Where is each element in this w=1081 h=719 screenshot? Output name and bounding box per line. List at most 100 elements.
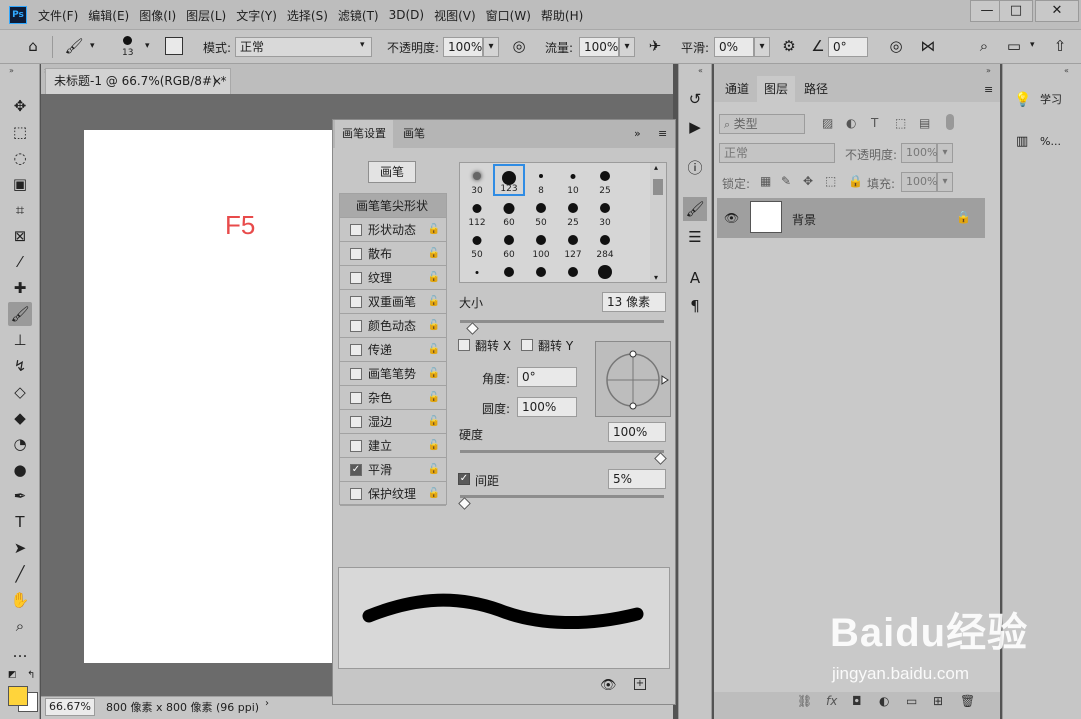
pressure-size-icon[interactable]: ◎ (885, 36, 907, 56)
brushes-icon[interactable]: ☰ (683, 225, 707, 249)
collapse-icon[interactable]: « (698, 66, 703, 75)
hardness-input[interactable]: 100% (608, 422, 666, 442)
brush-preset-cell[interactable]: 25 (589, 164, 621, 196)
lock-icon[interactable]: 🔓 (428, 242, 440, 266)
brush-tool-icon[interactable]: 🖌 (8, 302, 32, 326)
menu-item[interactable]: 图像(I) (139, 7, 176, 24)
option-checkbox[interactable] (350, 344, 362, 356)
menu-item[interactable]: 选择(S) (287, 7, 328, 24)
brush-preset-cell[interactable]: 30 (461, 164, 493, 196)
group-folder-icon[interactable]: ▭ (906, 694, 917, 708)
brush-preset-dropdown-icon[interactable]: ▾ (145, 41, 150, 51)
flow-input[interactable]: 100% (579, 37, 619, 57)
lock-artboard-icon[interactable]: ⬚ (825, 174, 836, 188)
brush-preset-cell[interactable]: 60 (493, 196, 525, 228)
brush-preset-cell[interactable]: 50 (461, 228, 493, 260)
brush-option-row[interactable]: 传递 🔓 (340, 338, 446, 362)
tab-channels[interactable]: 通道 (718, 76, 756, 102)
filter-smart-icon[interactable]: ▤ (919, 116, 930, 130)
info-icon[interactable]: ⓘ (683, 156, 707, 180)
history-brush-tool-icon[interactable]: ↯ (8, 354, 32, 378)
chevron-down-icon[interactable]: ▾ (1030, 40, 1035, 50)
option-checkbox[interactable] (350, 272, 362, 284)
brush-preset-cell[interactable]: 30 (589, 196, 621, 228)
hand-tool-icon[interactable]: ✋ (8, 588, 32, 612)
smooth-dropdown[interactable]: ▾ (754, 37, 770, 57)
frame-tool-icon[interactable]: ⊠ (8, 224, 32, 248)
lock-icon[interactable]: 🔓 (428, 314, 440, 338)
close-window-button[interactable]: ✕ (1035, 0, 1079, 22)
lock-icon[interactable]: 🔓 (428, 362, 440, 386)
hardness-slider[interactable] (460, 450, 664, 453)
tab-paths[interactable]: 路径 (797, 76, 835, 102)
healing-brush-tool-icon[interactable]: ✚ (8, 276, 32, 300)
brush-preset-cell[interactable]: 50 (525, 196, 557, 228)
menu-item[interactable]: 视图(V) (434, 7, 476, 24)
blend-mode-select[interactable]: 正常 (719, 143, 835, 163)
properties-panel-button[interactable]: ▥%... (1004, 127, 1078, 157)
share-icon[interactable]: ⇧ (1049, 36, 1071, 56)
brush-preset-cell[interactable]: 8 (525, 164, 557, 196)
layer-opacity-input[interactable]: 100% (901, 143, 937, 163)
brush-option-row[interactable]: 建立 🔓 (340, 434, 446, 458)
option-checkbox[interactable] (350, 416, 362, 428)
brush-option-row[interactable]: 杂色 🔓 (340, 386, 446, 410)
flip-x-checkbox[interactable] (458, 339, 470, 351)
paint-bucket-tool-icon[interactable]: ◆ (8, 406, 32, 430)
menu-item[interactable]: 图层(L) (186, 7, 226, 24)
size-slider[interactable] (460, 320, 664, 323)
trash-icon[interactable]: 🗑 (960, 694, 975, 708)
brush-option-row[interactable]: 画笔笔势 🔓 (340, 362, 446, 386)
menu-item[interactable]: 编辑(E) (88, 7, 129, 24)
filter-toggle[interactable] (946, 114, 954, 130)
menu-item[interactable]: 窗口(W) (486, 7, 531, 24)
brush-preset-cell[interactable]: 174 (493, 260, 525, 282)
option-checkbox[interactable] (350, 224, 362, 236)
menu-item[interactable]: 帮助(H) (541, 7, 583, 24)
collapse-icon[interactable]: » (986, 66, 991, 75)
lock-icon[interactable]: 🔓 (428, 458, 440, 482)
option-checkbox[interactable] (350, 320, 362, 332)
lock-position-icon[interactable]: ✥ (803, 174, 813, 188)
tab-brushes[interactable]: 画笔 (396, 120, 432, 148)
filter-pixel-icon[interactable]: ▨ (822, 116, 833, 130)
close-tab-icon[interactable]: × (212, 69, 222, 93)
more-tools-icon[interactable]: … (8, 640, 32, 664)
dodge-tool-icon[interactable]: ● (8, 458, 32, 482)
fill-dropdown[interactable]: ▾ (937, 172, 953, 192)
stamp-tool-icon[interactable]: ⊥ (8, 328, 32, 352)
brush-preset-cell[interactable]: 100 (525, 228, 557, 260)
lock-icon[interactable]: 🔓 (428, 290, 440, 314)
lock-icon[interactable]: 🔓 (428, 434, 440, 458)
pressure-opacity-icon[interactable]: ◎ (508, 36, 530, 56)
restore-button[interactable]: □ (999, 0, 1033, 22)
filter-type-icon[interactable]: T (871, 116, 878, 130)
lock-icon[interactable]: 🔓 (428, 266, 440, 290)
filter-adjustment-icon[interactable]: ◐ (846, 116, 856, 130)
collapse-icon[interactable]: « (1064, 66, 1069, 75)
lock-icon[interactable]: 🔓 (428, 218, 440, 242)
brush-preset-cell[interactable]: 112 (461, 196, 493, 228)
chevron-right-icon[interactable]: › (265, 698, 269, 709)
roundness-input[interactable]: 100% (517, 397, 577, 417)
chevron-down-icon[interactable]: ▾ (90, 41, 95, 51)
brush-tool-icon[interactable]: 🖌 (62, 36, 86, 56)
opacity-input[interactable]: 100% (443, 37, 483, 57)
spacing-slider[interactable] (460, 495, 664, 498)
type-tool-icon[interactable]: T (8, 510, 32, 534)
blur-tool-icon[interactable]: ◔ (8, 432, 32, 456)
brush-preset-cell[interactable]: 127 (557, 228, 589, 260)
zoom-input[interactable]: 66.67% (45, 698, 95, 716)
brush-preset-cell[interactable]: 60 (493, 228, 525, 260)
brush-option-row[interactable]: 形状动态 🔓 (340, 218, 446, 242)
flow-dropdown[interactable]: ▾ (619, 37, 635, 57)
brush-option-row[interactable]: 散布 🔓 (340, 242, 446, 266)
brush-option-row[interactable]: 双重画笔 🔓 (340, 290, 446, 314)
marquee-tool-icon[interactable]: ⬚ (8, 120, 32, 144)
lock-icon[interactable]: 🔓 (428, 482, 440, 506)
angle-input[interactable]: 0° (517, 367, 577, 387)
lock-icon[interactable]: 🔓 (428, 338, 440, 362)
default-colors-icon[interactable]: ◩ (8, 670, 17, 680)
move-tool-icon[interactable]: ✥ (8, 94, 32, 118)
layer-opacity-dropdown[interactable]: ▾ (937, 143, 953, 163)
